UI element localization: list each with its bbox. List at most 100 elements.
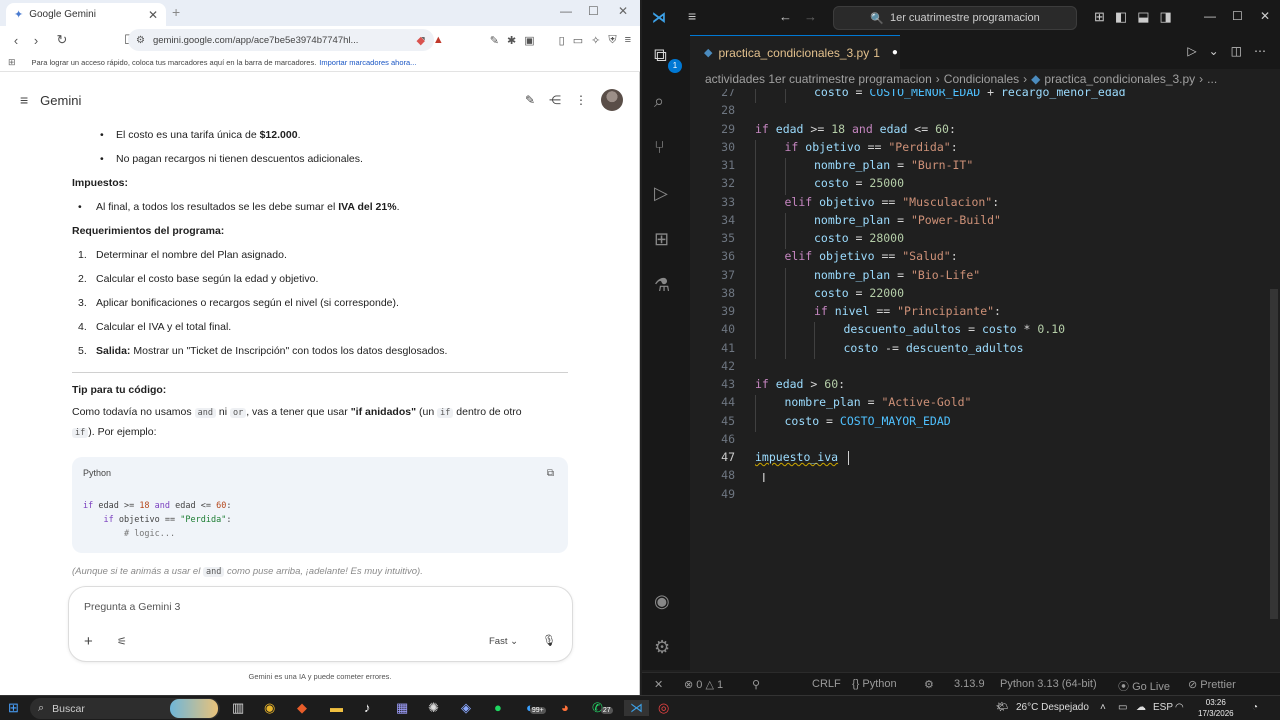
- firefox-icon[interactable]: ◕: [561, 700, 569, 715]
- code-line[interactable]: if edad >= 18 and edad <= 60:: [755, 122, 956, 136]
- back-icon[interactable]: ‹: [6, 33, 26, 48]
- forward-icon[interactable]: →: [804, 9, 817, 24]
- run-debug-icon[interactable]: ▷: [654, 183, 668, 204]
- rewards-icon[interactable]: ▲: [433, 34, 444, 46]
- file-explorer-icon[interactable]: ▬: [330, 700, 343, 715]
- import-bookmarks-link[interactable]: Importar marcadores ahora...: [319, 58, 416, 67]
- extensions-icon[interactable]: ✱: [507, 34, 516, 47]
- testing-icon[interactable]: ⚗: [654, 275, 670, 296]
- code-line[interactable]: costo = 25000: [814, 176, 904, 190]
- close-tab-icon[interactable]: ✕: [148, 8, 158, 22]
- copy-code-icon[interactable]: ⧉: [547, 467, 554, 481]
- add-attachment-icon[interactable]: +: [84, 633, 93, 650]
- vpn-icon[interactable]: ⛨: [608, 34, 616, 47]
- minimize-icon[interactable]: —: [560, 4, 572, 18]
- code-line[interactable]: impuesto_iva: [755, 450, 850, 465]
- maximize-icon[interactable]: ☐: [1232, 9, 1243, 23]
- browser-tab-gemini[interactable]: ✦ Google Gemini ✕: [6, 3, 166, 26]
- run-file-icon[interactable]: ▷: [1187, 44, 1196, 58]
- tray-app-icon[interactable]: ▭: [1118, 702, 1127, 713]
- settings-gear-icon[interactable]: ⚙: [654, 637, 670, 658]
- eol-indicator[interactable]: CRLF: [812, 678, 841, 690]
- store-icon[interactable]: ▦: [396, 700, 408, 716]
- problems-indicator[interactable]: ⊗ 0 △ 1: [684, 678, 723, 691]
- python-env-icon[interactable]: ⚙: [924, 678, 934, 691]
- code-line[interactable]: nombre_plan = "Bio-Life": [814, 268, 980, 282]
- extensions-icon[interactable]: ⊞: [654, 229, 669, 250]
- explorer-icon[interactable]: ⧉ 1: [654, 45, 682, 73]
- forward-icon[interactable]: ›: [26, 33, 46, 48]
- code-line[interactable]: costo = COSTO_MENOR_EDAD + recargo_menor…: [814, 89, 1126, 99]
- whatsapp-icon[interactable]: ✆27: [592, 700, 613, 716]
- chatgpt-icon[interactable]: ✺: [428, 700, 439, 716]
- leo-icon[interactable]: ✧: [591, 34, 600, 47]
- sidebar-icon[interactable]: ▯: [559, 34, 565, 47]
- split-editor-icon[interactable]: ◫: [1231, 44, 1242, 58]
- toggle-sidebar-icon[interactable]: ◧: [1115, 9, 1127, 25]
- vscode-taskbar-icon[interactable]: ⋊: [624, 700, 649, 716]
- editor-scrollbar[interactable]: [1268, 89, 1280, 669]
- minimize-icon[interactable]: —: [1204, 9, 1216, 23]
- code-line[interactable]: if objetivo == "Perdida":: [785, 140, 958, 154]
- run-dropdown-icon[interactable]: ⌄: [1209, 44, 1219, 58]
- notifications-icon[interactable]: ◔: [1252, 702, 1258, 713]
- code-line[interactable]: elif objetivo == "Salud":: [785, 249, 958, 263]
- toggle-secondary-sidebar-icon[interactable]: ◨: [1160, 9, 1172, 25]
- account-icon[interactable]: ◉: [654, 591, 670, 612]
- taskbar-search[interactable]: ⌕ Buscar: [30, 698, 220, 719]
- apps-grid-icon[interactable]: ⊞: [8, 57, 16, 68]
- avatar[interactable]: [601, 89, 623, 111]
- ports-icon[interactable]: ⚲: [752, 678, 760, 691]
- prompt-input[interactable]: Pregunta a Gemini 3: [84, 601, 180, 613]
- prompt-box[interactable]: Pregunta a Gemini 3 + ⚟ Fast ⌄ 🎙: [68, 586, 573, 662]
- python-version[interactable]: 3.13.9: [954, 678, 985, 690]
- customize-layout-icon[interactable]: ⊞: [1094, 9, 1105, 25]
- app-icon[interactable]: ◈: [461, 700, 471, 716]
- scrollbar-thumb[interactable]: [1270, 289, 1278, 619]
- spotify-icon[interactable]: ●: [494, 700, 502, 715]
- microphone-icon[interactable]: 🎙: [542, 634, 556, 647]
- network-icon[interactable]: ◠: [1175, 702, 1184, 713]
- share-chat-icon[interactable]: ⋲: [549, 93, 561, 107]
- weather-icon[interactable]: 🌤: [996, 702, 1009, 713]
- more-actions-icon[interactable]: ⋯: [1254, 44, 1266, 58]
- brave-shield-icon[interactable]: ◆: [416, 34, 424, 47]
- new-chat-icon[interactable]: ✎: [525, 93, 535, 107]
- close-window-icon[interactable]: ✕: [618, 4, 628, 18]
- code-line[interactable]: if edad > 60:: [755, 377, 845, 391]
- language-mode[interactable]: {} Python: [852, 678, 897, 690]
- mode-selector[interactable]: Fast ⌄: [489, 636, 518, 647]
- more-options-icon[interactable]: ⋮: [575, 93, 587, 107]
- breadcrumb-item[interactable]: actividades 1er cuatrimestre programacio…: [705, 72, 932, 86]
- brave-icon[interactable]: ◆: [297, 700, 307, 716]
- remote-icon[interactable]: ✕: [654, 678, 663, 691]
- close-window-icon[interactable]: ✕: [1260, 9, 1270, 23]
- back-icon[interactable]: ←: [779, 9, 792, 24]
- code-line[interactable]: nombre_plan = "Power-Build": [814, 213, 1001, 227]
- clock[interactable]: 03:26 17/3/2026: [1198, 697, 1234, 719]
- breadcrumb-item[interactable]: practica_condicionales_3.py: [1044, 72, 1195, 86]
- code-editor[interactable]: 27 costo = COSTO_MENOR_EDAD + recargo_men…: [690, 89, 1280, 669]
- code-line[interactable]: costo = 22000: [814, 286, 904, 300]
- breadcrumb-item[interactable]: ...: [1207, 72, 1217, 86]
- tiktok-icon[interactable]: ♪: [364, 700, 371, 715]
- toggle-panel-icon[interactable]: ⬓: [1137, 9, 1149, 25]
- chrome-icon[interactable]: ◉: [264, 700, 275, 716]
- code-line[interactable]: descuento_adultos = costo * 0.10: [844, 322, 1066, 336]
- windows-start-icon[interactable]: ⊞: [8, 700, 19, 716]
- chevron-up-icon[interactable]: ˄: [1100, 702, 1106, 713]
- search-icon[interactable]: ⌕: [654, 91, 664, 112]
- reload-icon[interactable]: ↻: [52, 32, 72, 48]
- site-info-icon[interactable]: ⚙: [136, 35, 145, 46]
- tools-icon[interactable]: ⚟: [117, 635, 127, 648]
- address-bar[interactable]: ⚙ gemini.google.com/app/ace7be5e3974b774…: [128, 29, 434, 51]
- mail-icon[interactable]: ◐99+: [526, 700, 546, 715]
- source-control-icon[interactable]: ⑂: [654, 137, 665, 158]
- code-line[interactable]: costo -= descuento_adultos: [844, 341, 1024, 355]
- hamburger-menu-icon[interactable]: ≡: [20, 92, 28, 108]
- breadcrumb-item[interactable]: Condicionales: [944, 72, 1019, 86]
- go-live-button[interactable]: ⦿ Go Live: [1118, 678, 1170, 694]
- python-interpreter[interactable]: Python 3.13 (64-bit): [1000, 678, 1097, 690]
- language-indicator[interactable]: ESP: [1153, 702, 1173, 713]
- screenshot-icon[interactable]: ▣: [524, 34, 534, 47]
